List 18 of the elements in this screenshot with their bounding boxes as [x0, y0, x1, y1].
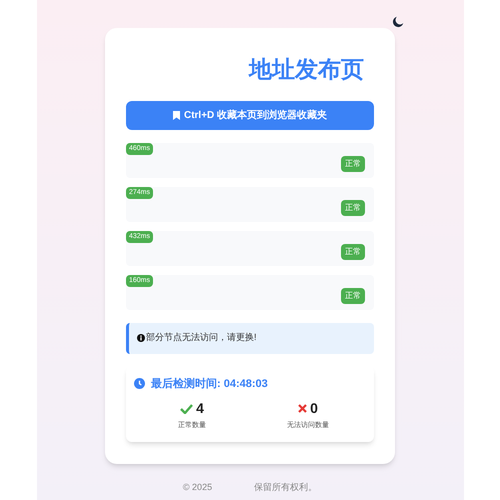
status-badge: 正常 — [341, 200, 365, 216]
clock-icon — [134, 378, 145, 390]
status-badge: 正常 — [341, 244, 365, 260]
page-title: 地址发布页 — [249, 55, 364, 84]
cross-icon — [298, 404, 308, 413]
copyright-text: © 2025 — [182, 480, 212, 494]
bookmark-icon — [172, 110, 180, 120]
notice-text: 部分节点无法访问，请更换! — [146, 331, 257, 344]
last-check-time: 最后检测时间: 04:48:03 — [151, 376, 268, 392]
fail-count: 0 — [310, 399, 318, 418]
status-badge: 正常 — [341, 288, 365, 304]
moon-icon[interactable] — [390, 15, 404, 29]
rights-text: 保留所有权利。 — [254, 480, 318, 494]
bookmark-button[interactable]: Ctrl+D 收藏本页到浏览器收藏夹 — [126, 100, 374, 130]
check-icon — [180, 404, 194, 414]
info-icon — [137, 334, 145, 342]
status-badge: 正常 — [341, 156, 365, 172]
ok-count: 4 — [196, 399, 204, 418]
